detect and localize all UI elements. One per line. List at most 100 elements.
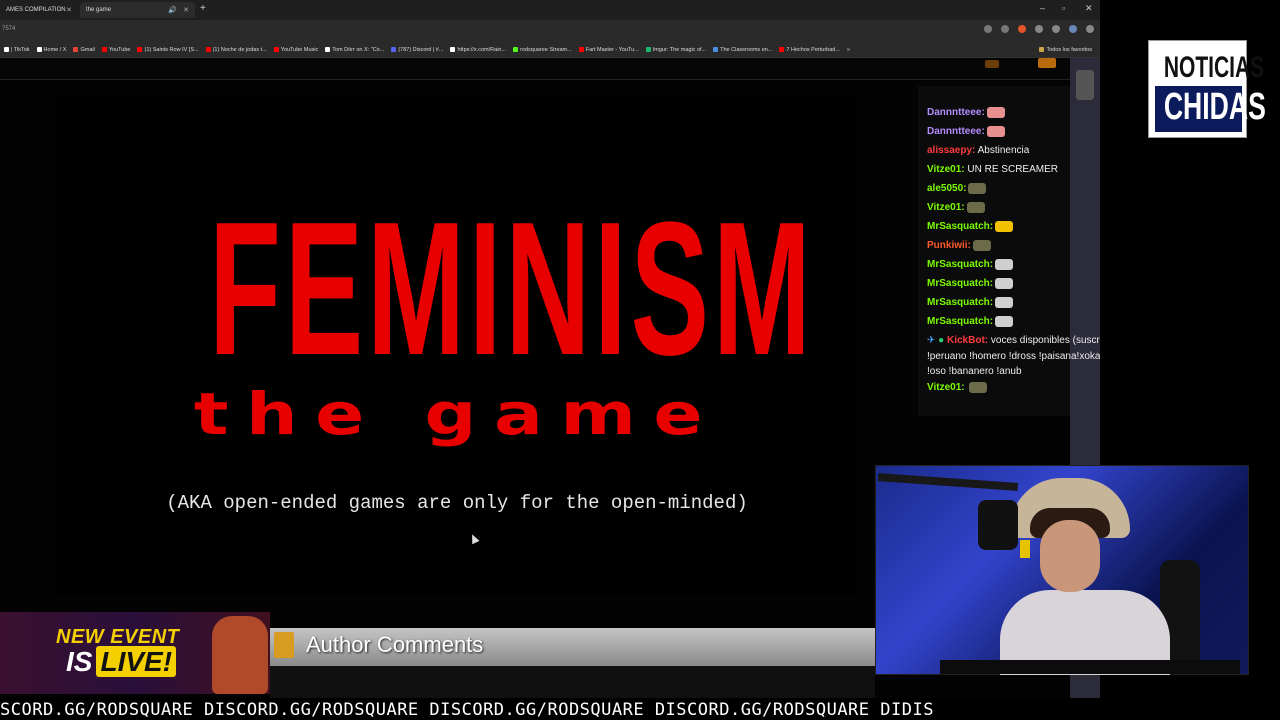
discord-ticker: SCORD.GG/RODSQUARE DISCORD.GG/RODSQUARE … — [0, 698, 1280, 720]
bookmark-item[interactable]: YouTube Music — [273, 46, 319, 53]
bookmark-label: 7 Hechos Perturbad... — [786, 46, 840, 53]
bookmark-item[interactable]: The Classrooms en... — [713, 47, 772, 53]
toolbar-icon[interactable] — [985, 60, 999, 68]
extensions-puzzle-icon[interactable] — [1035, 25, 1043, 33]
bookmark-favicon-icon — [578, 47, 584, 52]
chat-username[interactable]: KickBot: — [947, 335, 988, 346]
close-tab-icon[interactable]: ✕ — [183, 6, 189, 14]
bookmarks-bar: | TikTok Home / X Gmail YouTube (1) Saints R… — [0, 42, 1100, 58]
folder-icon[interactable] — [1038, 58, 1056, 68]
minimize-icon[interactable]: – — [1040, 3, 1045, 13]
chat-message: Dannntteee: — [927, 126, 1005, 138]
zoom-icon[interactable] — [984, 25, 992, 33]
speaker-icon[interactable]: 🔊 — [168, 6, 177, 14]
chat-username[interactable]: ale5050: — [927, 183, 966, 194]
bookmark-item[interactable]: Imgur: The magic of... — [645, 47, 706, 53]
logo-line1: NOTICIAS — [1163, 51, 1265, 84]
bookmark-label: Fart Master - YouTu... — [585, 46, 639, 53]
bookmark-favicon-icon — [391, 47, 397, 52]
menu-icon[interactable] — [1086, 25, 1094, 33]
document-icon — [274, 632, 294, 658]
chat-message: MrSasquatch: — [927, 259, 1014, 271]
bookmark-label: Todos los favoritos — [1046, 46, 1092, 53]
chat-username[interactable]: MrSasquatch: — [927, 259, 993, 270]
more-bookmarks-icon[interactable]: » — [847, 47, 850, 53]
bookmark-label: Gmail — [80, 46, 95, 53]
chat-username[interactable]: Vitze01: — [927, 382, 965, 393]
chat-message: Vitze01: — [927, 202, 985, 214]
bookmark-item[interactable]: | TikTok — [4, 47, 30, 53]
bookmark-item[interactable]: (1) Noche de jodas t... — [205, 47, 267, 53]
chat-username[interactable]: Dannntteee: — [927, 126, 985, 137]
game-title: FEMINISM — [209, 183, 815, 395]
extension-icons — [984, 25, 1094, 33]
chat-message: alissaepy: Abstinencia — [927, 145, 1029, 157]
game-canvas[interactable]: FEMINISM the game (AKA open-ended games … — [57, 96, 857, 596]
chat-username[interactable]: MrSasquatch: — [927, 278, 993, 289]
ticker-text: SCORD.GG/RODSQUARE DISCORD.GG/RODSQUARE … — [0, 700, 934, 720]
chat-text: Abstinencia — [977, 145, 1030, 156]
bookmark-item[interactable]: https://x.com/Rain... — [450, 47, 506, 53]
chat-username[interactable]: Punkiwii: — [927, 240, 971, 251]
bookmark-label: YouTube Music — [280, 46, 319, 53]
close-window-icon[interactable]: ✕ — [1085, 3, 1093, 14]
url-text[interactable]: 7574 — [2, 26, 15, 32]
browser-tab-active[interactable]: the game 🔊 ✕ — [80, 2, 195, 18]
game-subtitle: the game — [193, 380, 721, 448]
chat-username[interactable]: Vitze01: — [927, 202, 965, 213]
chat-username[interactable]: MrSasquatch: — [927, 316, 993, 327]
chat-message: MrSasquatch: — [927, 316, 1014, 328]
emote-icon — [966, 202, 985, 213]
bookmark-item[interactable]: rodsquaree Stream... — [513, 47, 572, 53]
chat-message: MrSasquatch: — [927, 278, 1014, 290]
bookmark-item[interactable]: (787) Discord | #... — [391, 47, 443, 53]
chat-username[interactable]: MrSasquatch: — [927, 297, 993, 308]
bookmark-label: YouTube — [108, 46, 131, 53]
bookmark-item[interactable]: Fart Master - YouTu... — [578, 46, 639, 53]
chat-message: Punkiwii: — [927, 240, 991, 252]
bookmark-label: Tom Dörr on X: "Co... — [332, 46, 385, 53]
chat-username[interactable]: Vitze01: — [927, 164, 965, 175]
address-bar[interactable]: 7574 — [0, 20, 1100, 42]
bookmark-item[interactable]: Home / X — [36, 46, 67, 53]
bookmark-item[interactable]: Tom Dörr on X: "Co... — [325, 47, 384, 53]
close-tab-icon[interactable]: ✕ — [66, 6, 72, 14]
event-is: IS — [66, 646, 93, 677]
chat-username[interactable]: MrSasquatch: — [927, 221, 993, 232]
chat-message: Vitze01: — [927, 382, 988, 394]
bookmark-item[interactable]: (1) Saints Row IV [S... — [137, 47, 199, 53]
browser-tab[interactable]: AMES COMPILATION ✕ — [0, 2, 78, 18]
extension-icon[interactable] — [1018, 25, 1026, 33]
scrollbar-thumb[interactable] — [1076, 70, 1094, 100]
folder-icon — [1039, 47, 1045, 52]
all-bookmarks-folder[interactable]: Todos los favoritos — [1039, 47, 1092, 53]
chat-username[interactable]: Dannntteee: — [927, 107, 985, 118]
emote-icon — [995, 278, 1014, 289]
bookmark-favicon-icon — [325, 47, 331, 52]
star-icon[interactable] — [1001, 25, 1009, 33]
tab-label: AMES COMPILATION — [6, 7, 66, 13]
profile-avatar[interactable] — [1069, 25, 1077, 33]
bookmark-item[interactable]: 7 Hechos Perturbad... — [779, 47, 840, 53]
bookmark-label: | TikTok — [11, 46, 30, 53]
emote-icon — [986, 107, 1005, 118]
bookmark-label: The Classrooms en... — [720, 46, 773, 53]
new-tab-button[interactable]: + — [200, 3, 206, 14]
bookmark-favicon-icon — [713, 47, 719, 52]
chat-username[interactable]: alissaepy: — [927, 145, 975, 156]
logo-line2: CHIDAS — [1163, 86, 1266, 128]
maximize-icon[interactable]: ▫ — [1062, 3, 1065, 13]
bookmark-favicon-icon — [137, 47, 143, 52]
media-icon[interactable] — [1052, 25, 1060, 33]
bookmark-favicon-icon — [4, 47, 9, 52]
bookmark-item[interactable]: Gmail — [73, 46, 95, 53]
verified-badge-icon: ● — [938, 335, 945, 346]
browser-tab-bar: AMES COMPILATION ✕ the game 🔊 ✕ + – ▫ ✕ — [0, 0, 1100, 20]
emote-icon — [986, 126, 1005, 137]
streamer-face — [1040, 520, 1100, 592]
bookmark-label: Home / X — [43, 46, 67, 53]
emote-icon — [995, 297, 1014, 308]
chat-message: MrSasquatch: — [927, 297, 1014, 309]
emote-icon — [969, 382, 988, 393]
bookmark-item[interactable]: YouTube — [101, 46, 131, 53]
